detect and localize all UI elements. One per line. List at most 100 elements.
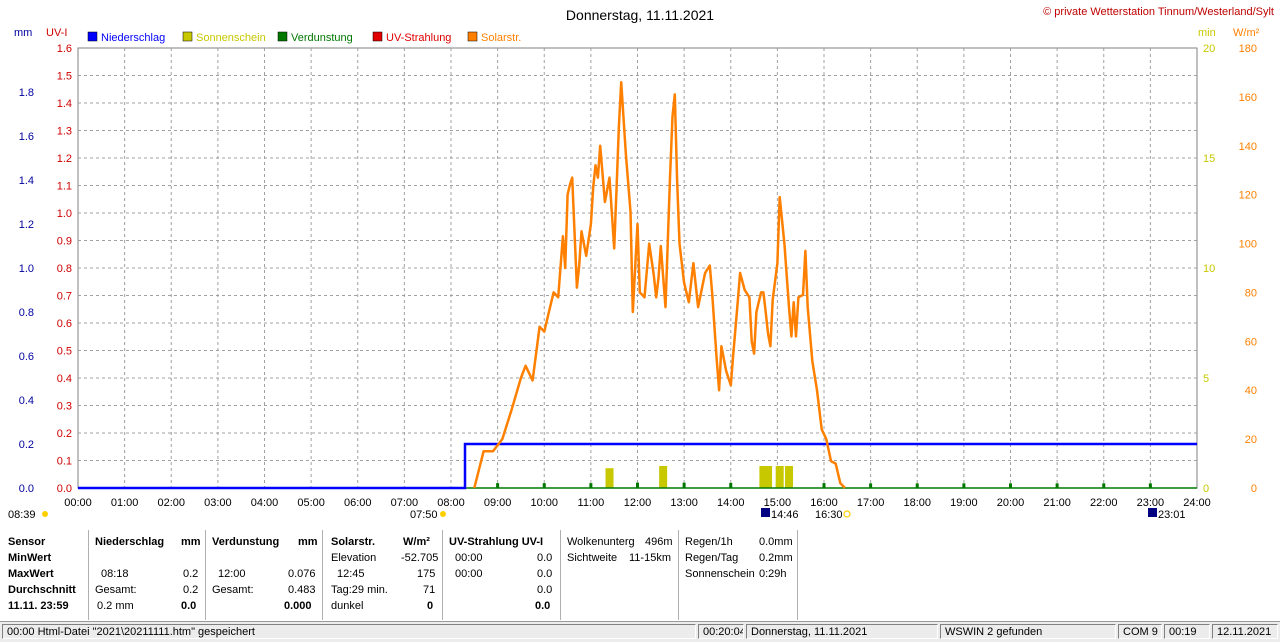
status-date: Donnerstag, 11.11.2021 [746, 624, 938, 639]
verdunstung-title: Verdunstung [212, 536, 280, 548]
x-tick-label: 04:00 [251, 497, 279, 509]
legend-swatch [467, 31, 478, 42]
uv-tick-label: 0.0 [57, 483, 72, 495]
chart-title: Donnerstag, 11.11.2021 [566, 7, 714, 23]
status-elapsed: 00:20:04 [698, 624, 744, 639]
verdunstung-bar [636, 482, 639, 488]
uv-tick-label: 0.2 [57, 428, 72, 440]
min-tick-label: 10 [1203, 263, 1215, 275]
uv-tick-label: 1.1 [57, 181, 72, 193]
solar-dark-label: dunkel [331, 600, 364, 612]
x-tick-label: 00:00 [64, 497, 92, 509]
x-tick-label: 24:00 [1183, 497, 1211, 509]
regen-1h-value: 0.0mm [759, 536, 793, 548]
x-tick-label: 17:00 [857, 497, 885, 509]
solar-elevation-value: -52.705 [401, 552, 439, 564]
mm-tick-label: 1.0 [19, 263, 34, 275]
uv-avg-value: 0.0 [535, 600, 551, 612]
status-bar: 00:00 Html-Datei "2021\20211111.htm" ges… [0, 621, 1280, 642]
status-today: 12.11.2021 [1212, 624, 1278, 639]
axis-unit-min: min [1198, 27, 1216, 39]
wm2-tick-label: 80 [1245, 287, 1257, 299]
x-tick-label: 22:00 [1090, 497, 1118, 509]
uv-tick-label: 0.5 [57, 346, 72, 358]
wm2-tick-label: 0 [1251, 483, 1257, 495]
uv-tick-label: 1.2 [57, 153, 72, 165]
maxwert-label: MaxWert [8, 568, 54, 580]
stats-col-regen: Regen/1h 0.0mm Regen/Tag 0.2mm Sonnensch… [678, 530, 798, 620]
verdunstung-sum-label: Gesamt: [212, 584, 254, 596]
wolkenunterg-label: Wolkenunterg [567, 536, 635, 548]
mm-tick-label: 0.2 [19, 439, 34, 451]
sichtweite-value: 11-15km [629, 552, 671, 564]
verdunstung-bar [729, 482, 733, 488]
copyright-text: © private Wetterstation Tinnum/Westerlan… [1043, 6, 1274, 18]
uv-tick-label: 0.1 [57, 456, 72, 468]
uv-min-value: 0.0 [537, 552, 553, 564]
axis-unit-uv: UV-I [46, 27, 67, 39]
x-tick-label: 19:00 [950, 497, 978, 509]
min-tick-label: 15 [1203, 153, 1215, 165]
x-tick-label: 20:00 [997, 497, 1025, 509]
legend-label: Verdunstung [291, 32, 353, 44]
legend-swatch [372, 31, 383, 42]
solar-unit: W/m² [403, 536, 430, 548]
verdunstung-sum-value: 0.483 [288, 584, 316, 596]
left-time-label: 08:39 [8, 509, 36, 521]
moonrise-icon [761, 508, 770, 517]
x-tick-label: 18:00 [903, 497, 931, 509]
wm2-tick-label: 100 [1239, 239, 1257, 251]
mm-tick-label: 0.4 [19, 395, 34, 407]
sonnenschein-bar [659, 466, 668, 488]
x-tick-label: 11:00 [578, 497, 605, 509]
weather-chart: 00:00 01:00 02:00 03:00 04:00 05:00 06:00 07:00… [0, 0, 1280, 530]
solar-max-time: 12:45 [337, 568, 365, 580]
x-tick-label: 07:00 [391, 497, 419, 509]
moonrise-label: 14:46 [771, 509, 799, 521]
solar-day-value: 71 [423, 584, 436, 596]
verdunstung-max-value: 0.076 [288, 568, 316, 580]
uv-title: UV-Strahlung UV-I [449, 536, 544, 548]
min-tick-label: 20 [1203, 43, 1215, 55]
x-tick-label: 21:00 [1043, 497, 1071, 509]
solar-dark-value: 0 [427, 600, 434, 612]
niederschlag-avg-value: 0.0 [181, 600, 197, 612]
regen-1h-label: Regen/1h [685, 536, 733, 548]
mm-tick-label: 1.2 [19, 219, 34, 231]
x-tick-label: 08:00 [437, 497, 465, 509]
solarstrahlung-line [473, 80, 846, 489]
chart-canvas: 00:00 01:00 02:00 03:00 04:00 05:00 06:00 07:00… [8, 6, 1274, 521]
uv-max-time: 00:00 [455, 568, 483, 580]
niederschlag-max-value: 0.2 [183, 568, 199, 580]
verdunstung-bar [682, 482, 686, 488]
niederschlag-unit: mm [181, 536, 201, 548]
wolkenunterg-value: 496m [645, 536, 673, 548]
niederschlag-sum-value: 0.2 [183, 584, 199, 596]
x-tick-label: 15:00 [764, 497, 792, 509]
verdunstung-unit: mm [298, 536, 318, 548]
x-tick-label: 03:00 [204, 497, 232, 509]
uv-tick-label: 1.3 [57, 126, 72, 138]
x-tick-label: 23:00 [1137, 497, 1165, 509]
mm-tick-label: 0.0 [19, 483, 34, 495]
x-tick-label: 02:00 [157, 497, 185, 509]
stats-col-uv: UV-Strahlung UV-I 00:00 0.0 00:00 0.0 0.… [442, 530, 561, 620]
niederschlag-avg-label: 0.2 mm [97, 600, 134, 612]
sunrise-label: 07:50 [410, 509, 438, 521]
uv-tick-label: 0.9 [57, 236, 72, 248]
wm2-tick-label: 60 [1245, 336, 1257, 348]
axis-unit-wm2: W/m² [1233, 27, 1260, 39]
sonnenschein-bar [764, 466, 773, 488]
uv-min-time: 00:00 [455, 552, 483, 564]
durchschnitt-label: Durchschnitt [8, 584, 76, 596]
niederschlag-sum-label: Gesamt: [95, 584, 137, 596]
status-time: 00:19 [1164, 624, 1210, 639]
uv-tick-label: 0.8 [57, 263, 72, 275]
wm2-tick-label: 160 [1239, 92, 1257, 104]
sunset-icon [843, 510, 851, 518]
x-tick-label: 12:00 [624, 497, 652, 509]
solar-day-label: Tag:29 min. [331, 584, 388, 596]
wm2-tick-label: 20 [1245, 434, 1257, 446]
x-tick-label: 01:00 [111, 497, 139, 509]
mm-tick-label: 1.8 [19, 87, 34, 99]
